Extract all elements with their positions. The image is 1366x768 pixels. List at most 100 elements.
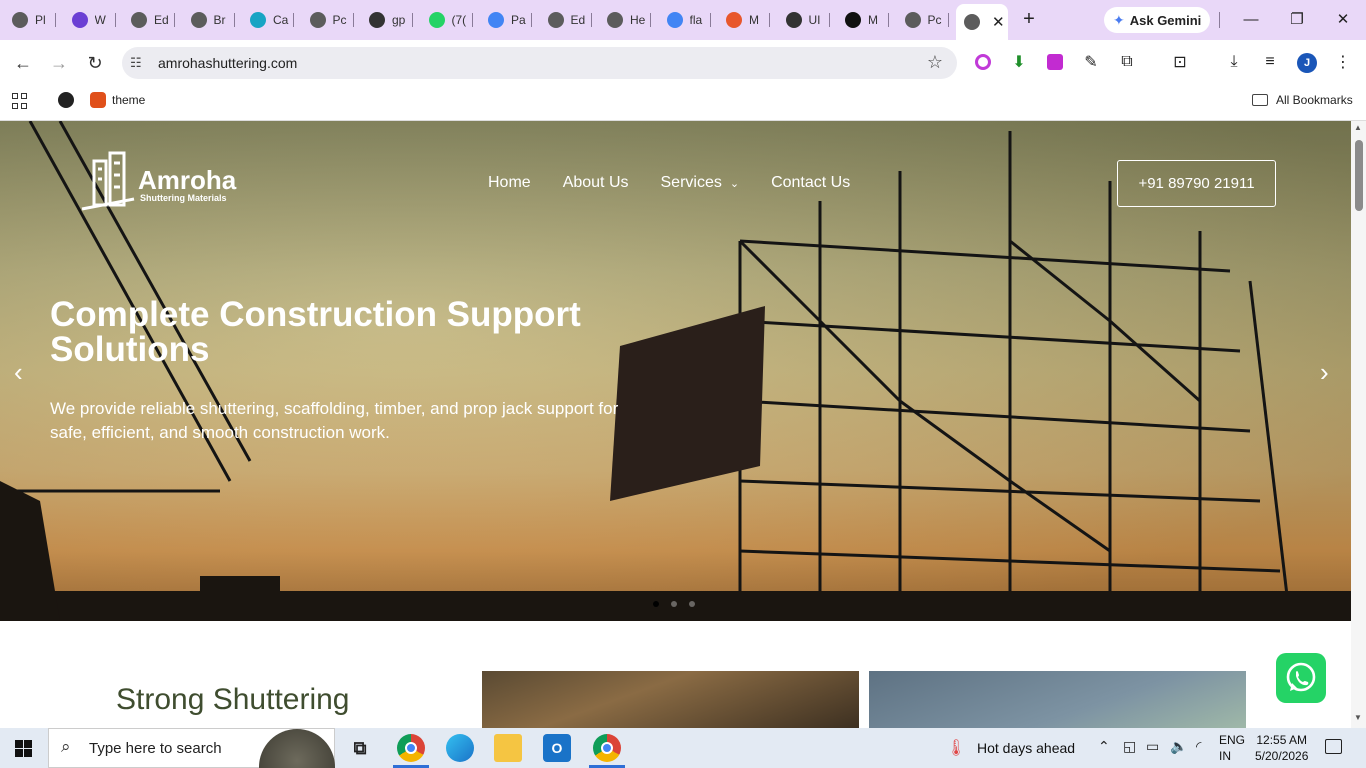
meet-now-icon[interactable]: ◱ — [1123, 738, 1136, 755]
tab-separator — [55, 13, 56, 27]
bookmark-star-icon[interactable]: ☆ — [927, 52, 943, 73]
tab-separator — [412, 13, 413, 27]
browser-tab[interactable]: Br — [179, 6, 235, 34]
tab-active[interactable]: ✕ — [956, 4, 1008, 40]
tab-favicon-icon — [666, 12, 683, 28]
restore-button[interactable]: ❐ — [1285, 8, 1309, 32]
site-info-icon[interactable]: ☷ — [130, 55, 142, 71]
browser-tab[interactable]: UI — [774, 6, 830, 34]
tab-favicon-icon — [904, 12, 921, 28]
downloader-extension-icon[interactable] — [1045, 52, 1065, 72]
slider-next-arrow-icon[interactable]: › — [1320, 357, 1329, 388]
tab-search-icon[interactable]: ⊡ — [1170, 52, 1190, 72]
close-window-button[interactable]: ✕ — [1331, 8, 1355, 32]
nav-about-us[interactable]: About Us — [563, 174, 629, 192]
media-control-icon[interactable]: ≡ — [1260, 52, 1280, 72]
wifi-icon[interactable]: ◜ — [1196, 738, 1201, 755]
chevron-up-icon[interactable]: ⌃ — [1098, 738, 1110, 755]
scroll-down-icon[interactable]: ▼ — [1354, 713, 1362, 722]
tab-separator — [114, 13, 116, 27]
file-explorer-icon[interactable] — [494, 734, 522, 762]
browser-tab[interactable]: Pc — [893, 6, 949, 34]
browser-tab[interactable]: fla — [655, 6, 711, 34]
eyedropper-icon[interactable]: ✎ — [1081, 52, 1101, 72]
downloads-icon[interactable]: ⤓ — [1224, 52, 1244, 72]
slider-prev-arrow-icon[interactable]: ‹ — [14, 357, 23, 388]
all-bookmarks-button[interactable]: All Bookmarks — [1276, 93, 1353, 107]
battery-icon[interactable]: ▭ — [1146, 738, 1159, 755]
tab-close-button[interactable]: ✕ — [992, 13, 1005, 31]
browser-tab[interactable]: (7( — [417, 6, 473, 34]
tab-separator — [233, 13, 235, 27]
slider-dot[interactable] — [671, 601, 677, 607]
hero-title: Complete Construction Support Solutions — [50, 295, 581, 369]
tab-favicon-icon — [71, 12, 88, 28]
slider-dot[interactable] — [689, 601, 695, 607]
windows-start-icon[interactable] — [15, 740, 32, 757]
volume-icon[interactable]: 🔈 — [1170, 738, 1187, 755]
reload-button[interactable]: ↻ — [83, 51, 107, 75]
browser-tab[interactable]: Pl — [0, 6, 56, 34]
browser-tab[interactable]: M — [833, 6, 889, 34]
color-extension-icon[interactable] — [973, 52, 993, 72]
system-clock[interactable]: 12:55 AM 5/20/2026 — [1255, 732, 1308, 764]
tab-favicon-icon — [607, 12, 623, 28]
browser-tab[interactable]: Pc — [298, 6, 354, 34]
new-tab-button[interactable]: + — [1018, 8, 1040, 30]
profile-avatar[interactable]: J — [1297, 53, 1317, 73]
page-scrollbar[interactable]: ▲ ▼ — [1351, 121, 1366, 728]
chrome-profile-taskbar-icon[interactable] — [593, 734, 621, 762]
browser-tab[interactable]: Ed — [536, 6, 592, 34]
service-card-image-1[interactable] — [482, 671, 859, 728]
back-button[interactable]: ← — [11, 51, 35, 75]
nav-services[interactable]: Services ⌄ — [661, 174, 740, 192]
chrome-taskbar-icon[interactable] — [397, 734, 425, 762]
browser-tab[interactable]: Pa — [476, 6, 532, 34]
search-icon: ⌕ — [61, 737, 71, 756]
service-card-image-2[interactable] — [869, 671, 1246, 728]
globe-icon — [964, 14, 980, 30]
phone-button[interactable]: +91 89790 21911 — [1117, 160, 1276, 207]
tab-favicon-icon — [369, 12, 385, 28]
nav-home[interactable]: Home — [488, 174, 531, 192]
logo-name: Amroha — [138, 165, 237, 195]
tab-title: Ca — [273, 13, 289, 27]
browser-tab[interactable]: He — [595, 6, 651, 34]
minimize-button[interactable]: — — [1239, 8, 1263, 32]
scroll-up-icon[interactable]: ▲ — [1354, 123, 1362, 132]
tab-separator — [650, 13, 651, 27]
outlook-taskbar-icon[interactable]: O — [543, 734, 571, 762]
tab-favicon-icon — [547, 12, 564, 28]
download-extension-icon[interactable]: ⬇ — [1009, 52, 1029, 72]
site-logo[interactable]: Amroha Shuttering Materials — [78, 149, 258, 213]
extensions-puzzle-icon[interactable]: ⧉ — [1117, 52, 1137, 72]
window-controls-divider — [1219, 12, 1220, 28]
whatsapp-chat-button[interactable] — [1276, 653, 1326, 703]
scrollbar-thumb[interactable] — [1355, 140, 1363, 211]
edge-taskbar-icon[interactable] — [446, 734, 474, 762]
taskbar-search-box[interactable]: ⌕ Type here to search — [48, 728, 335, 768]
browser-tab[interactable]: W — [60, 6, 116, 34]
thermometer-icon: 🌡 — [946, 740, 967, 757]
globe-bookmark-icon[interactable] — [58, 92, 74, 108]
folder-icon[interactable] — [1252, 94, 1268, 106]
menu-kebab-icon[interactable]: ⋮ — [1333, 52, 1353, 72]
browser-tab[interactable]: gp — [357, 6, 413, 34]
slider-dot[interactable] — [653, 601, 659, 607]
nav-contact-us[interactable]: Contact Us — [771, 174, 850, 192]
browser-tab[interactable]: M — [714, 6, 770, 34]
ask-gemini-button[interactable]: ✦ Ask Gemini — [1104, 7, 1210, 33]
forward-button[interactable]: → — [47, 51, 71, 75]
task-view-icon[interactable]: ⧉ — [346, 734, 374, 762]
bookmark-theme[interactable]: theme — [112, 93, 145, 107]
browser-tab[interactable]: Ed — [119, 6, 175, 34]
language-indicator[interactable]: ENG IN — [1219, 732, 1245, 764]
apps-grid-icon[interactable] — [12, 93, 28, 109]
weather-text[interactable]: Hot days ahead — [977, 740, 1075, 756]
browser-tab[interactable]: Ca — [238, 6, 294, 34]
url-text[interactable]: amrohashuttering.com — [158, 55, 297, 71]
notifications-icon[interactable] — [1325, 739, 1342, 754]
tab-separator — [769, 13, 770, 27]
theme-bookmark-icon[interactable] — [90, 92, 106, 108]
address-bar[interactable]: ☷ amrohashuttering.com ☆ — [122, 47, 957, 79]
